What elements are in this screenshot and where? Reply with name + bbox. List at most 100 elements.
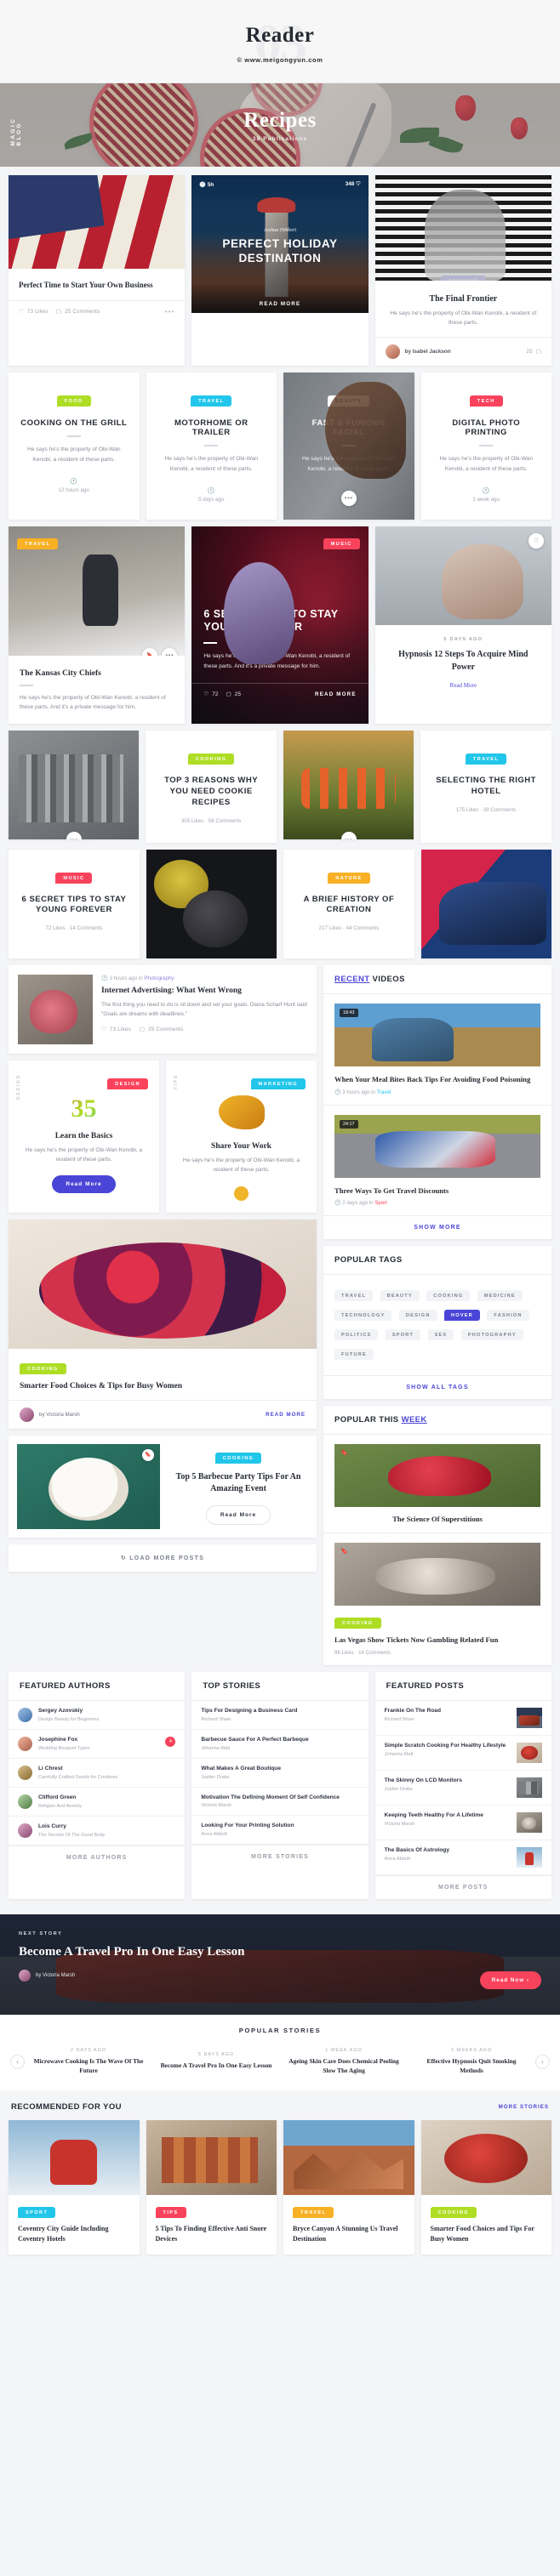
read-more-button[interactable]: Read More bbox=[52, 1174, 116, 1193]
category-badge[interactable]: FASHION bbox=[440, 276, 486, 281]
recommended-card[interactable]: TIPS 5 Tips To Finding Effective Anti Sn… bbox=[146, 2120, 277, 2255]
read-more-link[interactable]: READ MORE bbox=[191, 301, 368, 307]
category-badge[interactable]: TRAVEL bbox=[465, 753, 507, 765]
post-card-cookie[interactable]: COOKING TOP 3 REASONS WHY YOU NEED COOKI… bbox=[146, 731, 277, 843]
tag-fashion[interactable]: FASHION bbox=[487, 1310, 529, 1322]
recommended-card[interactable]: TRAVEL Bryce Canyon A Stunning Us Travel… bbox=[283, 2120, 414, 2255]
video-item[interactable]: 24:17 ▶ Three Ways To Get Travel Discoun… bbox=[323, 1106, 551, 1216]
card-barbecue-party[interactable]: 🔖 COOKING Top 5 Barbecue Party Tips For … bbox=[9, 1435, 317, 1538]
video-category[interactable]: Travel bbox=[377, 1089, 391, 1095]
comment-count[interactable]: 25 ▢ bbox=[526, 349, 541, 355]
post-row[interactable]: The Skinny On LCD Monitors Jupiter Drake bbox=[374, 1771, 551, 1805]
post-author[interactable]: by Victoria Marsh bbox=[39, 1412, 80, 1418]
post-author[interactable]: by Isabel Jackson bbox=[405, 349, 451, 355]
more-stories-button[interactable]: MORE STORIES bbox=[191, 1845, 369, 1868]
popular-story-item[interactable]: 2 DAYS AGO Microwave Cooking Is The Wave… bbox=[25, 2048, 152, 2075]
comment-count[interactable]: ▢ 25 bbox=[226, 691, 242, 697]
category-badge[interactable]: COOKING bbox=[214, 1452, 262, 1464]
play-icon[interactable]: ▶ bbox=[427, 1024, 448, 1045]
category-badge[interactable]: TIPS bbox=[155, 2207, 186, 2219]
comment-count[interactable]: ▢ 25 Comments bbox=[56, 309, 100, 315]
post-row[interactable]: Keeping Teeth Healthy For A Lifetime Vict… bbox=[374, 1805, 551, 1840]
author-row[interactable]: Sergey Azovskiy Design Beauty for Beginne… bbox=[9, 1701, 186, 1730]
category-badge[interactable]: TRAVEL bbox=[191, 395, 232, 407]
prev-arrow-icon[interactable]: ‹ bbox=[10, 2054, 25, 2069]
story-row[interactable]: Looking For Your Printing Solution Anna A… bbox=[191, 1816, 369, 1845]
popular-item[interactable]: 🔖 COOKING Las Vegas Show Tickets Now Gam… bbox=[323, 1533, 551, 1664]
category-badge[interactable]: MUSIC bbox=[55, 872, 93, 884]
story-row[interactable]: Motivation The Defining Moment Of Self C… bbox=[191, 1788, 369, 1817]
recommended-card[interactable]: COOKING Smarter Food Choices and Tips Fo… bbox=[420, 2120, 551, 2255]
tag-travel[interactable]: TRAVEL bbox=[334, 1290, 374, 1302]
bookmark-button[interactable]: 🔖 bbox=[142, 1448, 154, 1461]
category-badge[interactable]: COOKING bbox=[20, 1362, 66, 1374]
post-card-holiday[interactable]: 🕐 5h 348 ♡ Joshua Hibbert PERFECT HOLIDA… bbox=[191, 175, 369, 367]
popular-story-item[interactable]: 5 DAYS AGO Become A Travel Pro In One Ea… bbox=[152, 2052, 280, 2071]
more-options-button[interactable]: ••• bbox=[340, 490, 357, 506]
category-badge[interactable]: FOOD bbox=[56, 395, 91, 407]
author-row[interactable]: Clifford Green Religion And Anxiety bbox=[9, 1788, 186, 1817]
tag-medicine[interactable]: MEDICINE bbox=[477, 1290, 523, 1302]
post-row[interactable]: The Basics Of Astrology Anna Abbott bbox=[374, 1840, 551, 1875]
tag-cooking[interactable]: COOKING bbox=[426, 1290, 471, 1302]
category-badge[interactable]: COOKING bbox=[187, 753, 235, 765]
post-row[interactable]: Simple Scratch Cooking For Healthy Lifes… bbox=[374, 1736, 551, 1771]
author-row[interactable]: Lois Curry The Secrets Of The Good Body bbox=[9, 1817, 186, 1845]
video-item[interactable]: 18:43 ▶ When Your Meal Bites Back Tips F… bbox=[323, 994, 551, 1106]
post-image-car[interactable] bbox=[420, 849, 551, 958]
post-card-chiefs[interactable]: TRAVEL 🔖 ••• The Kansas City Chiefs He s… bbox=[9, 526, 186, 725]
recommended-card[interactable]: SPORT Coventry City Guide Including Cove… bbox=[9, 2120, 140, 2255]
card-smarter-food[interactable]: COOKING Smarter Food Choices & Tips for … bbox=[9, 1219, 317, 1429]
tag-future[interactable]: FUTURE bbox=[334, 1349, 374, 1361]
read-now-button[interactable]: Read Now › bbox=[479, 1970, 541, 1989]
tag-design[interactable]: DESIGN bbox=[398, 1310, 437, 1322]
post-card-facial[interactable]: BEAUTY FAST & FURIOUS FACIAL He says he'… bbox=[283, 372, 414, 520]
category-badge[interactable]: BEAUTY bbox=[328, 395, 370, 407]
load-more-button[interactable]: ↻ LOAD MORE POSTS bbox=[9, 1544, 317, 1572]
category-badge[interactable]: MARKETING bbox=[250, 1078, 306, 1089]
story-row[interactable]: Barbecue Sauce For A Perfect Barbeque Joh… bbox=[191, 1730, 369, 1759]
popular-story-item[interactable]: 2 WEEKS AGO Effective Hypnosis Quit Smok… bbox=[408, 2048, 535, 2075]
like-count[interactable]: ♡ 73 Likes bbox=[101, 1026, 131, 1032]
read-more-link[interactable]: Read More bbox=[387, 682, 540, 689]
tag-technology[interactable]: TECHNOLOGY bbox=[334, 1310, 392, 1322]
tag-beauty[interactable]: BEAUTY bbox=[380, 1290, 420, 1302]
read-more-link[interactable]: READ MORE bbox=[266, 1412, 306, 1418]
tag-sport[interactable]: SPORT bbox=[385, 1329, 421, 1341]
category-badge[interactable]: TRAVEL bbox=[17, 537, 59, 549]
post-card-secrets[interactable]: MUSIC 6 SECRET TIPS TO STAY YOUNG FOREVE… bbox=[191, 526, 369, 725]
more-options-icon[interactable]: ••• bbox=[165, 308, 174, 316]
card-learn-basics[interactable]: DESIGN DESIGN 35 Learn the Basics He say… bbox=[9, 1060, 159, 1213]
bookmark-icon[interactable]: 🔖 bbox=[340, 1449, 348, 1456]
play-icon[interactable]: ▶ bbox=[427, 1135, 448, 1157]
popular-item[interactable]: 🔖 The Science Of Superstitions bbox=[323, 1435, 551, 1534]
post-card-business[interactable]: Perfect Time to Start Your Own Business … bbox=[9, 175, 186, 367]
post-card-secrets-2[interactable]: MUSIC 6 SECRET TIPS TO STAY YOUNG FOREVE… bbox=[9, 849, 140, 958]
like-count[interactable]: ♡ 72 bbox=[203, 691, 218, 697]
post-card-grill[interactable]: FOOD COOKING ON THE GRILL He says he's t… bbox=[9, 372, 140, 520]
more-posts-button[interactable]: MORE POSTS bbox=[374, 1874, 551, 1899]
post-card-printing[interactable]: TECH DIGITAL PHOTO PRINTING He says he's… bbox=[420, 372, 551, 520]
more-options-button[interactable]: ••• bbox=[162, 647, 178, 656]
category-badge[interactable]: COOKING bbox=[430, 2207, 477, 2219]
feature-article[interactable]: 🕐 3 hours ago in Photography Internet Ad… bbox=[9, 964, 317, 1054]
author-row[interactable]: Josephine Fox Wedding Bouquet Types 4 bbox=[9, 1730, 186, 1759]
category-badge[interactable]: NATURE bbox=[328, 872, 370, 884]
tag-photography[interactable]: PHOTOGRAPHY bbox=[460, 1329, 523, 1341]
author-row[interactable]: Li Chrest Carefully Crafted Goods for Cre… bbox=[9, 1759, 186, 1788]
post-likes[interactable]: 348 ♡ bbox=[346, 181, 361, 188]
category-badge[interactable]: SPORT bbox=[18, 2207, 56, 2219]
more-stories-link[interactable]: MORE STORIES bbox=[499, 2104, 549, 2110]
card-share-work[interactable]: TIPS MARKETING Share Your Work He says h… bbox=[166, 1060, 317, 1213]
next-story-banner[interactable]: NEXT STORY Become A Travel Pro In One Ea… bbox=[0, 1914, 560, 2015]
article-category[interactable]: Photography bbox=[144, 975, 174, 981]
read-more-link[interactable]: READ MORE bbox=[315, 691, 357, 697]
tag-politics[interactable]: POLITICS bbox=[334, 1329, 379, 1341]
post-card-hotel[interactable]: TRAVEL SELECTING THE RIGHT HOTEL 175 Lik… bbox=[420, 731, 551, 843]
post-card-creation[interactable]: NATURE A BRIEF HISTORY OF CREATION 217 L… bbox=[283, 849, 414, 958]
post-image-tulips[interactable]: ••• bbox=[283, 731, 414, 840]
story-row[interactable]: Tips For Designing a Business Card Richar… bbox=[191, 1701, 369, 1730]
show-all-tags-button[interactable]: SHOW ALL TAGS bbox=[323, 1375, 551, 1399]
show-more-videos-button[interactable]: SHOW MORE bbox=[323, 1215, 551, 1239]
tag-sex[interactable]: SEX bbox=[427, 1329, 454, 1341]
